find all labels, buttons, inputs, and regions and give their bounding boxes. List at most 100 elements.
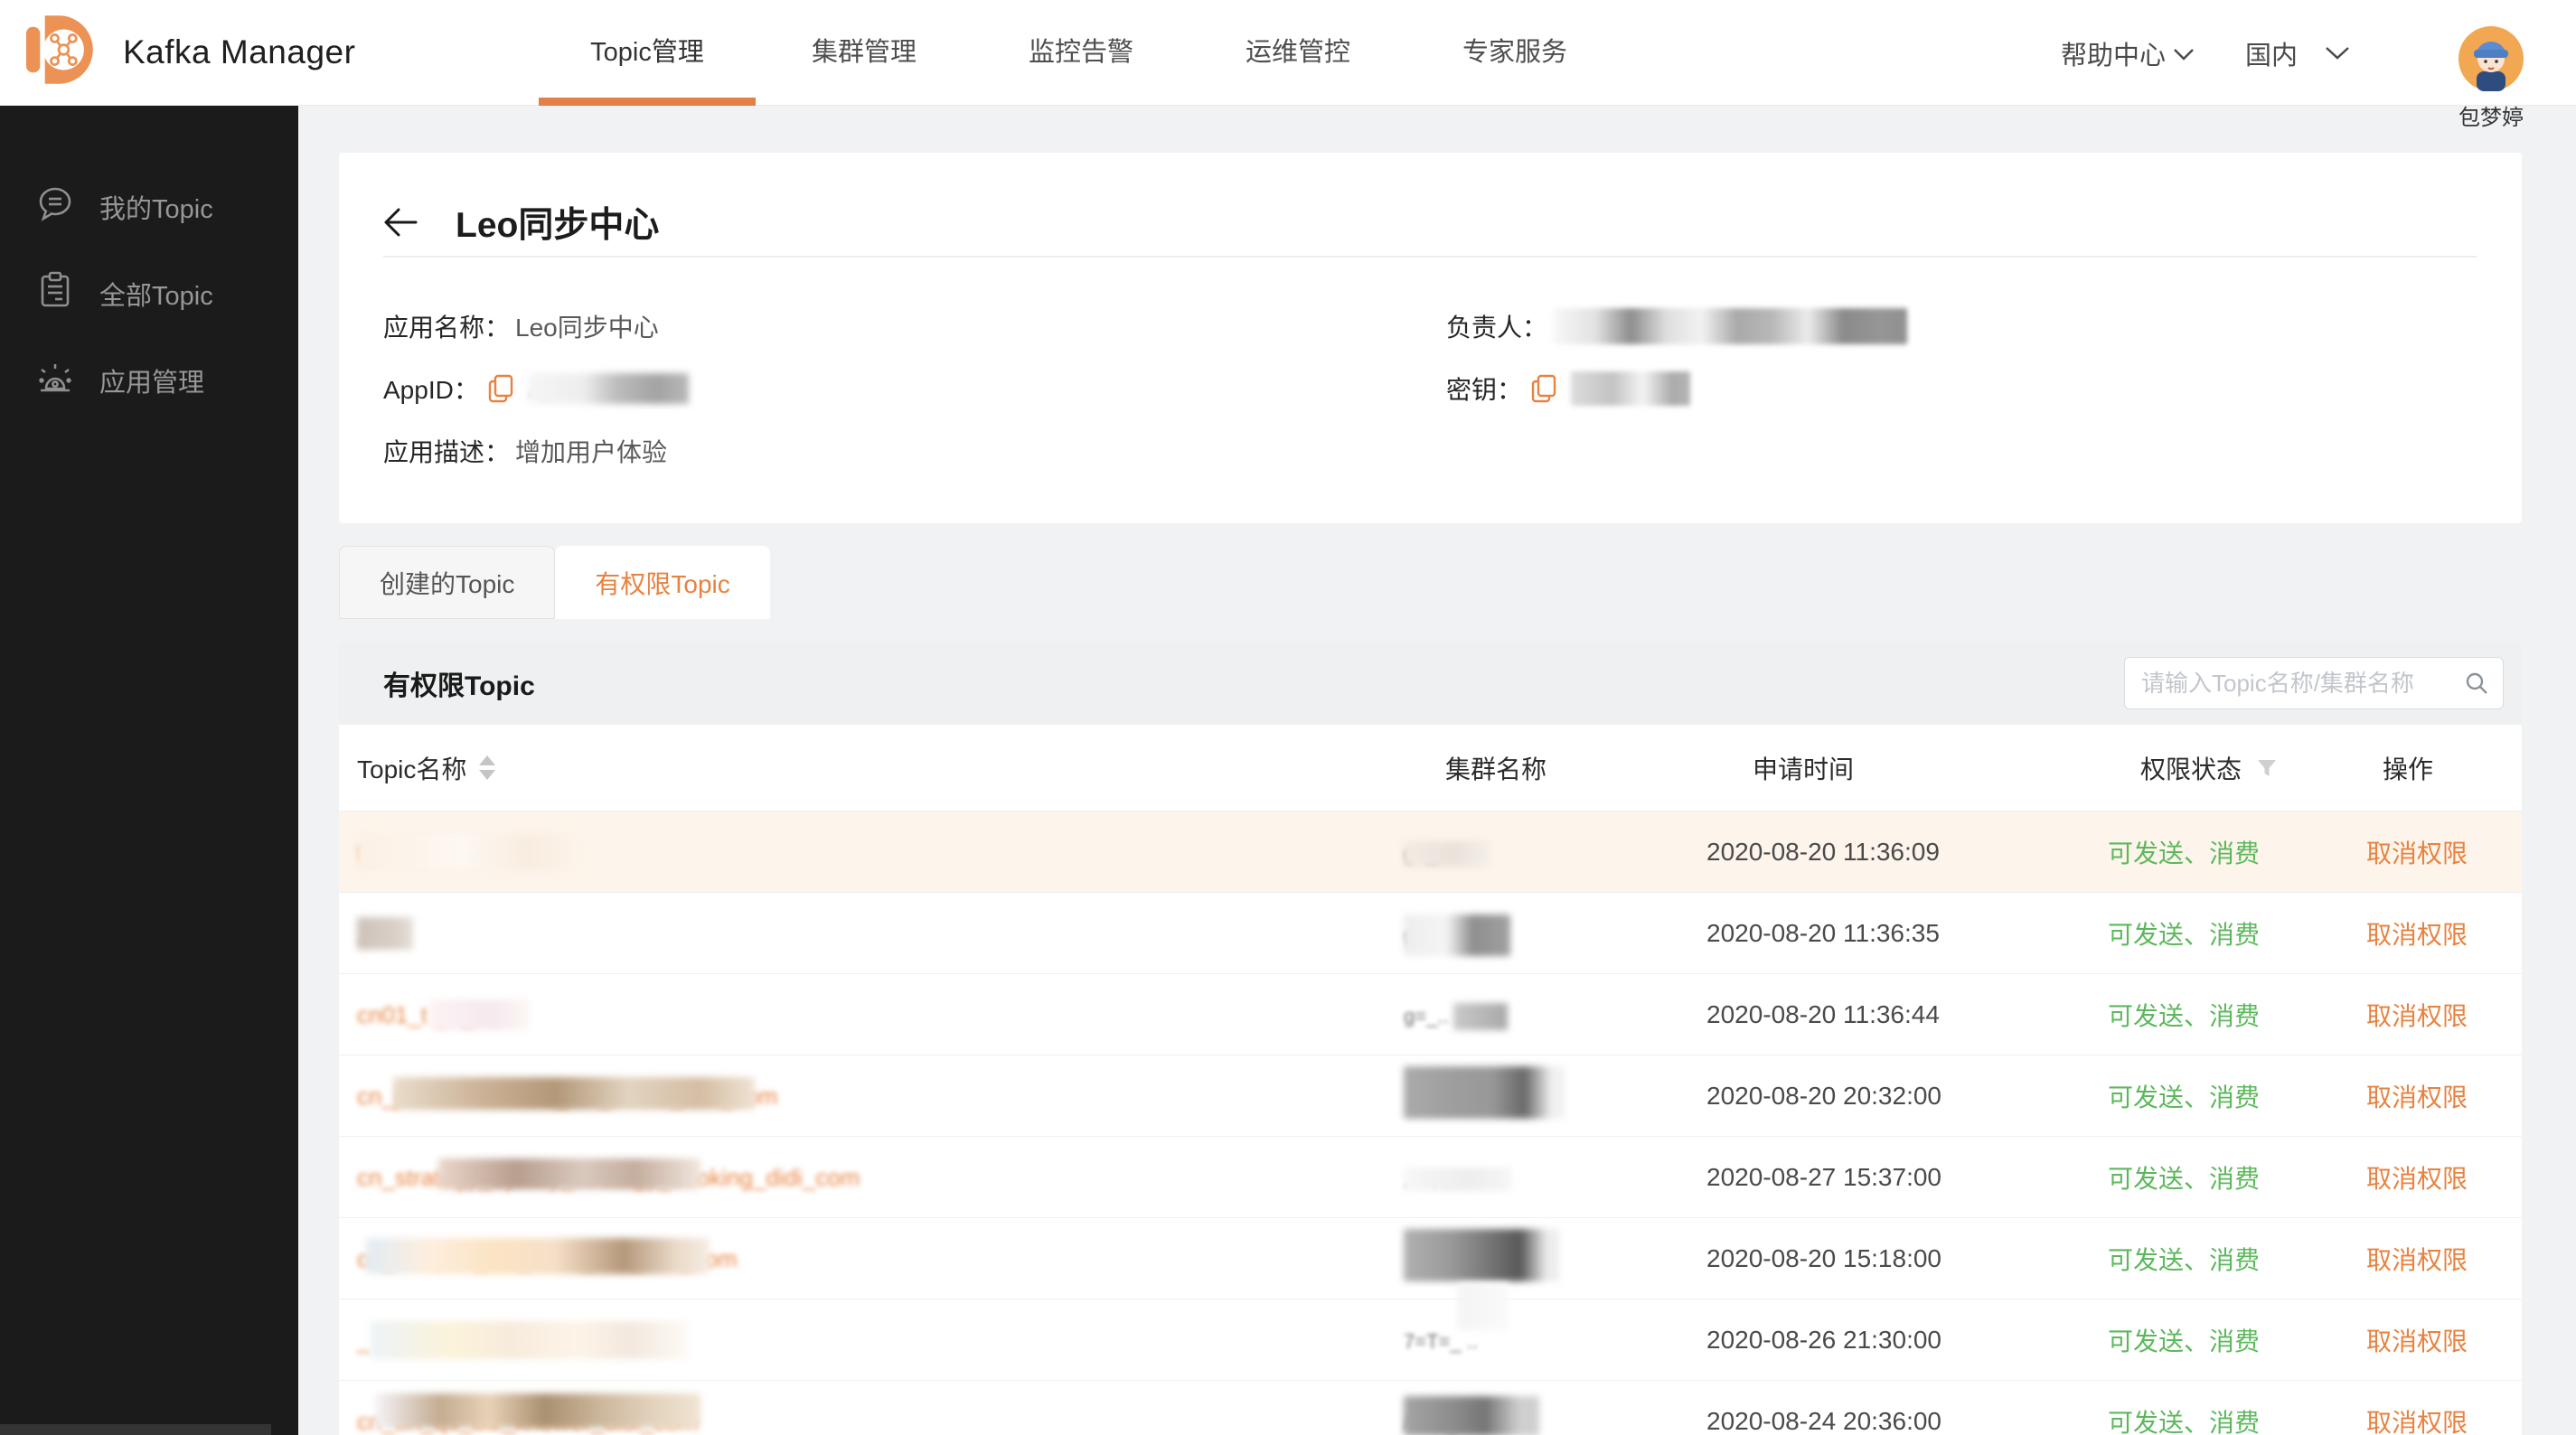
topic-name-redacted[interactable]: cn01_t _=_m, xyxy=(357,999,529,1030)
sidebar-item-label: 我的Topic xyxy=(99,195,213,224)
cluster-name-redacted: g=_.. xyxy=(1404,840,1490,867)
permission-status: 可发送、消费 xyxy=(2108,1083,2261,1111)
table-row[interactable]: , g _ 2020-08-20 11:36:35 可发送、消费 取消权限 xyxy=(339,893,2522,974)
sidebar-item-label: 应用管理 xyxy=(99,369,205,398)
avatar[interactable] xyxy=(2458,25,2524,96)
permission-status: 可发送、消费 xyxy=(2108,1327,2261,1355)
chevron-down-icon xyxy=(2325,38,2350,68)
siren-icon xyxy=(34,356,76,405)
table-row[interactable]: _ - g , _ 7=T=_ .. 2020-08-26 21:30:00 可… xyxy=(339,1282,2522,1381)
sidebar: 我的Topic 全部Topic 应用管理 xyxy=(0,106,298,1435)
nav-tab-cluster[interactable]: 集群管理 xyxy=(756,0,973,106)
cancel-permission-link[interactable]: 取消权限 xyxy=(2366,921,2468,949)
copy-icon[interactable] xyxy=(1531,374,1556,403)
sort-icon[interactable] xyxy=(479,755,496,780)
cluster-name-redacted: 7=T=_ .. xyxy=(1404,1282,1509,1354)
topic-tabs: 创建的Topic 有权限Topic xyxy=(339,546,770,619)
sidebar-item-app-manage[interactable]: 应用管理 xyxy=(0,337,298,424)
topic-name-redacted[interactable]: _ - g , _ xyxy=(357,1321,687,1359)
field-owner: 负责人： xyxy=(1446,308,1908,344)
permission-status: 可发送、消费 xyxy=(2108,1164,2261,1193)
field-value: Leo同步中心 xyxy=(515,314,659,342)
kafka-manager-logo-icon xyxy=(18,9,99,95)
topic-name-redacted[interactable]: cn_strategy_bymay_strategy_booking_didi_… xyxy=(357,1158,860,1192)
cluster-name-redacted xyxy=(1404,1066,1565,1119)
cluster-name-redacted: /=TE_.. xyxy=(1404,1395,1539,1435)
topic-name-redacted[interactable]: , xyxy=(357,917,418,950)
tab-created-topic[interactable]: 创建的Topic xyxy=(339,546,556,619)
cancel-permission-link[interactable]: 取消权限 xyxy=(2366,1327,2468,1355)
top-navbar: Kafka Manager Topic管理 集群管理 监控告警 运维管控 专家服… xyxy=(0,0,2576,130)
permission-status: 可发送、消费 xyxy=(2108,839,2261,868)
nav-tab-expert[interactable]: 专家服务 xyxy=(1406,0,1623,106)
horizontal-scrollbar[interactable] xyxy=(0,1424,271,1435)
field-value: 增加用户体验 xyxy=(515,438,668,466)
message-bubble-icon xyxy=(34,183,76,231)
table-row[interactable]: cn_janus—console_ios_demo_didi_com 2020-… xyxy=(339,1055,2522,1137)
applied-time: 2020-08-20 11:36:09 xyxy=(1706,837,1940,866)
tab-authorized-topic[interactable]: 有权限Topic xyxy=(555,546,770,619)
field-label: 负责人： xyxy=(1446,314,1548,342)
search-icon[interactable] xyxy=(2465,671,2488,695)
cancel-permission-link[interactable]: 取消权限 xyxy=(2366,1409,2468,1435)
filter-funnel-icon[interactable] xyxy=(2256,757,2278,779)
panel-header: 有权限Topic xyxy=(339,642,2522,725)
applied-time: 2020-08-27 15:37:00 xyxy=(1706,1162,1941,1191)
nav-tab-topic[interactable]: Topic管理 xyxy=(539,0,756,106)
permission-status: 可发送、消费 xyxy=(2108,1001,2261,1030)
authorized-topic-panel: 有权限Topic Topic名称 集群名称 申请时间 权限状态 xyxy=(339,642,2522,1435)
table-header-row: Topic名称 集群名称 申请时间 权限状态 操作 xyxy=(339,725,2522,811)
nav-tab-ops[interactable]: 运维管控 xyxy=(1189,0,1406,106)
topic-name-redacted[interactable]: cn_adapter_cla_flash_soc_didi_com xyxy=(357,1237,738,1274)
region-label: 国内 xyxy=(2244,41,2298,70)
field-desc: 应用描述： 增加用户体验 xyxy=(383,433,667,469)
column-header-action: 操作 xyxy=(2383,755,2434,783)
user-menu[interactable]: 包梦婷 xyxy=(2458,25,2524,131)
page-title: Leo同步中心 xyxy=(456,206,660,245)
divider xyxy=(383,256,2477,258)
redacted-owner xyxy=(1553,308,1908,344)
topic-name-redacted[interactable]: cn_bn_qs_biz_knower_didi_com xyxy=(357,1393,700,1435)
redacted-secret xyxy=(1571,371,1691,406)
cluster-name-redacted: g _ xyxy=(1404,914,1510,956)
sidebar-item-my-topic[interactable]: 我的Topic xyxy=(0,164,298,250)
table-row[interactable]: cn_adapter_cla_flash_soc_didi_com 2020-0… xyxy=(339,1218,2522,1299)
field-label: 应用描述： xyxy=(383,438,511,466)
cancel-permission-link[interactable]: 取消权限 xyxy=(2366,1246,2468,1274)
topic-name-redacted[interactable]: cn_janus—console_ios_demo_didi_com xyxy=(357,1076,777,1111)
cluster-name-redacted: g=_.. xyxy=(1404,1002,1508,1030)
navbar-right: 帮助中心 国内 包梦婷 xyxy=(2061,0,2524,130)
copy-icon[interactable] xyxy=(488,374,513,403)
brand[interactable]: Kafka Manager xyxy=(18,9,355,95)
field-secret: 密钥： xyxy=(1446,370,1691,407)
cluster-name-redacted xyxy=(1404,1229,1559,1281)
cancel-permission-link[interactable]: 取消权限 xyxy=(2366,1165,2468,1193)
region-select[interactable]: 国内 xyxy=(2245,34,2350,72)
back-arrow-icon[interactable] xyxy=(383,206,418,239)
column-header-topic: Topic名称 xyxy=(339,750,1404,786)
help-center-menu[interactable]: 帮助中心 xyxy=(2061,34,2195,72)
nav-tab-monitor[interactable]: 监控告警 xyxy=(973,0,1189,106)
app-detail-card: Leo同步中心 应用名称： Leo同步中心 AppID： , _ 应用描述： xyxy=(339,153,2522,523)
cancel-permission-link[interactable]: 取消权限 xyxy=(2366,839,2468,868)
search-input[interactable] xyxy=(2125,658,2465,708)
table-row[interactable]: cn_bn_qs_biz_knower_didi_com /=TE_.. 202… xyxy=(339,1381,2522,1435)
column-header-cluster: 集群名称 xyxy=(1445,755,1547,783)
cluster-name-redacted: , = , , xyxy=(1404,1167,1512,1191)
redacted-appid: , _ xyxy=(527,373,689,404)
table-row[interactable]: t_t 42 g=_.. 2020-08-20 11:36:09 可发送、消费 … xyxy=(339,811,2522,893)
cancel-permission-link[interactable]: 取消权限 xyxy=(2366,1002,2468,1030)
topic-name-redacted[interactable]: t_t 42 xyxy=(357,834,588,870)
table-row[interactable]: cn_strategy_bymay_strategy_booking_didi_… xyxy=(339,1137,2522,1218)
table-row[interactable]: cn01_t _=_m, g=_.. 2020-08-20 11:36:44 可… xyxy=(339,974,2522,1055)
applied-time: 2020-08-20 11:36:44 xyxy=(1706,999,1940,1028)
field-label: 应用名称： xyxy=(383,314,511,342)
applied-time: 2020-08-20 11:36:35 xyxy=(1706,918,1940,947)
cancel-permission-link[interactable]: 取消权限 xyxy=(2366,1083,2468,1111)
sidebar-item-label: 全部Topic xyxy=(99,282,213,311)
permission-status: 可发送、消费 xyxy=(2108,920,2261,949)
sidebar-item-all-topic[interactable]: 全部Topic xyxy=(0,250,298,337)
chevron-down-icon xyxy=(2173,38,2195,68)
field-label: AppID： xyxy=(383,376,479,404)
kafka-manager-app: Kafka Manager Topic管理 集群管理 监控告警 运维管控 专家服… xyxy=(0,0,2576,1435)
